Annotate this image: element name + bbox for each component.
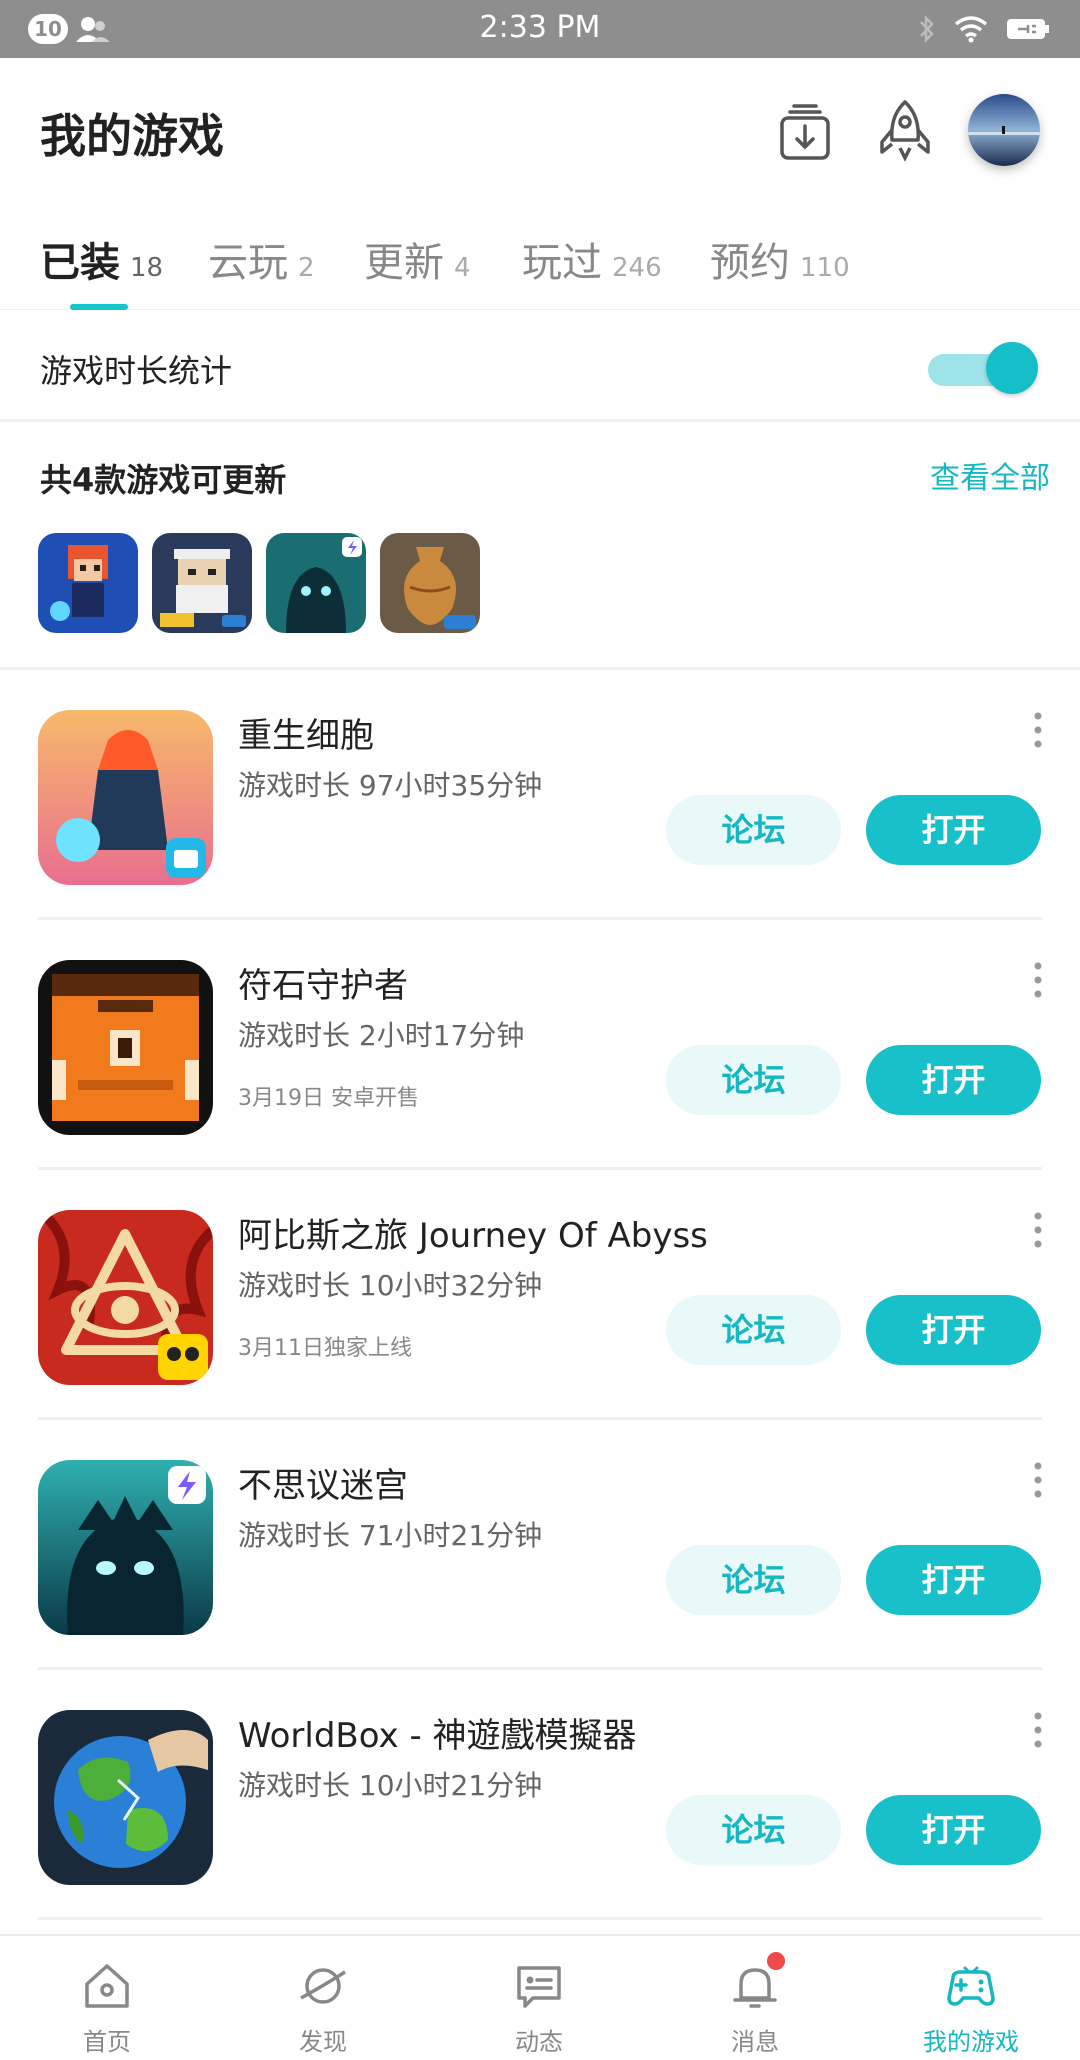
game-list-item[interactable]: 重生细胞 游戏时长 97小时35分钟 论坛 打开 (0, 670, 1080, 920)
tab-count: 2 (298, 253, 315, 283)
dead-cells-pixel-icon[interactable] (38, 533, 138, 633)
tab-played[interactable]: 玩过 246 (522, 230, 662, 288)
nav-label: 我的游戏 (923, 2028, 1019, 2056)
nav-home[interactable]: 首页 (37, 1958, 177, 2057)
game-name: 符石守护者 (238, 966, 408, 1006)
game-playtime: 游戏时长 97小时35分钟 (238, 769, 543, 802)
unread-badge (767, 1952, 785, 1970)
battery-icon (1007, 19, 1049, 39)
game-name: 阿比斯之旅 Journey Of Abyss (238, 1216, 708, 1256)
tab-count: 110 (800, 253, 850, 283)
old-man-pixel-icon[interactable] (152, 533, 252, 633)
nav-messages[interactable]: 消息 (685, 1952, 825, 2057)
tab-label: 预约 (710, 240, 790, 286)
nav-my-games[interactable]: 我的游戏 (901, 1958, 1041, 2057)
bluetooth-icon (920, 14, 934, 44)
download-manager-icon[interactable] (770, 96, 840, 166)
nav-feed[interactable]: 动态 (469, 1958, 609, 2057)
view-all-link[interactable]: 查看全部 (930, 453, 1050, 497)
game-list-item[interactable]: 阿比斯之旅 Journey Of Abyss 游戏时长 10小时32分钟 3月1… (0, 1170, 1080, 1420)
game-name: 重生细胞 (238, 716, 374, 756)
more-options-icon[interactable] (1032, 960, 1044, 1000)
tab-count: 18 (130, 253, 164, 283)
bottom-navigation: 首页 发现 动态 消息 我的游戏 (0, 1934, 1080, 2060)
rocket-icon[interactable] (870, 96, 940, 166)
tab-label: 已装 (40, 240, 120, 286)
feed-icon (517, 1966, 561, 2008)
home-icon (85, 1964, 129, 2008)
open-button[interactable]: 打开 (866, 795, 1041, 865)
open-button[interactable]: 打开 (866, 1795, 1041, 1865)
app-header: 我的游戏 (0, 58, 1080, 208)
more-options-icon[interactable] (1032, 1710, 1044, 1750)
playtime-stats-toggle[interactable] (924, 342, 1038, 394)
open-button[interactable]: 打开 (866, 1545, 1041, 1615)
more-options-icon[interactable] (1032, 1210, 1044, 1250)
nav-label: 动态 (515, 2028, 563, 2056)
tab-label: 玩过 (522, 240, 602, 286)
avatar[interactable] (968, 94, 1040, 166)
game-playtime: 游戏时长 10小时32分钟 (238, 1269, 543, 1302)
journey-of-abyss-icon[interactable] (38, 1210, 213, 1385)
status-bar: 10 2:33 PM (0, 0, 1080, 58)
forum-button[interactable]: 论坛 (666, 1295, 841, 1365)
shadow-monster-icon[interactable] (266, 533, 366, 633)
open-button[interactable]: 打开 (866, 1045, 1041, 1115)
tab-reserved[interactable]: 预约 110 (710, 230, 850, 288)
game-list-item[interactable]: 符石守护者 游戏时长 2小时17分钟 3月19日 安卓开售 论坛 打开 (0, 920, 1080, 1170)
forum-button[interactable]: 论坛 (666, 1045, 841, 1115)
page-title: 我的游戏 (40, 109, 224, 163)
tab-bar: 已装 18 云玩 2 更新 4 玩过 246 预约 110 (0, 208, 1080, 310)
game-name: WorldBox - 神遊戲模擬器 (238, 1716, 637, 1756)
divider (38, 1917, 1042, 1920)
updates-title: 共4款游戏可更新 (40, 461, 287, 499)
rune-guardian-icon[interactable] (38, 960, 213, 1135)
mystery-maze-icon[interactable] (38, 1460, 213, 1635)
wifi-icon (954, 16, 988, 43)
playtime-stats-label: 游戏时长统计 (40, 352, 233, 390)
worldbox-icon[interactable] (38, 1710, 213, 1885)
forum-button[interactable]: 论坛 (666, 1795, 841, 1865)
pottery-vase-icon[interactable] (380, 533, 480, 633)
tab-count: 246 (612, 253, 662, 283)
forum-button[interactable]: 论坛 (666, 795, 841, 865)
dead-cells-icon[interactable] (38, 710, 213, 885)
open-button[interactable]: 打开 (866, 1295, 1041, 1365)
game-list-item[interactable]: 不思议迷宫 游戏时长 71小时21分钟 论坛 打开 (0, 1420, 1080, 1670)
nav-label: 首页 (83, 2028, 131, 2056)
tab-count: 4 (454, 253, 471, 283)
gamepad-icon (947, 1966, 995, 2006)
more-options-icon[interactable] (1032, 1460, 1044, 1500)
nav-discover[interactable]: 发现 (253, 1958, 393, 2057)
nav-label: 消息 (731, 2028, 779, 2056)
game-name: 不思议迷宫 (238, 1466, 408, 1506)
update-icon-row (38, 533, 480, 633)
game-playtime: 游戏时长 71小时21分钟 (238, 1519, 543, 1552)
tab-updates[interactable]: 更新 4 (364, 230, 471, 288)
game-playtime: 游戏时长 10小时21分钟 (238, 1769, 543, 1802)
nav-label: 发现 (299, 2028, 347, 2056)
updates-section: 共4款游戏可更新 查看全部 (0, 425, 1080, 670)
game-playtime: 游戏时长 2小时17分钟 (238, 1019, 525, 1052)
forum-button[interactable]: 论坛 (666, 1545, 841, 1615)
game-list-item[interactable]: WorldBox - 神遊戲模擬器 游戏时长 10小时21分钟 论坛 打开 (0, 1670, 1080, 1920)
more-options-icon[interactable] (1032, 710, 1044, 750)
toggle-knob (986, 342, 1038, 394)
planet-icon (300, 1968, 346, 2004)
game-note: 3月19日 安卓开售 (238, 1086, 419, 1111)
tab-installed[interactable]: 已装 18 (40, 230, 163, 288)
playtime-stats-row: 游戏时长统计 (0, 310, 1080, 422)
tab-cloud-play[interactable]: 云玩 2 (208, 230, 315, 288)
game-note: 3月11日独家上线 (238, 1336, 412, 1361)
tab-label: 更新 (364, 240, 444, 286)
tab-label: 云玩 (208, 240, 288, 286)
